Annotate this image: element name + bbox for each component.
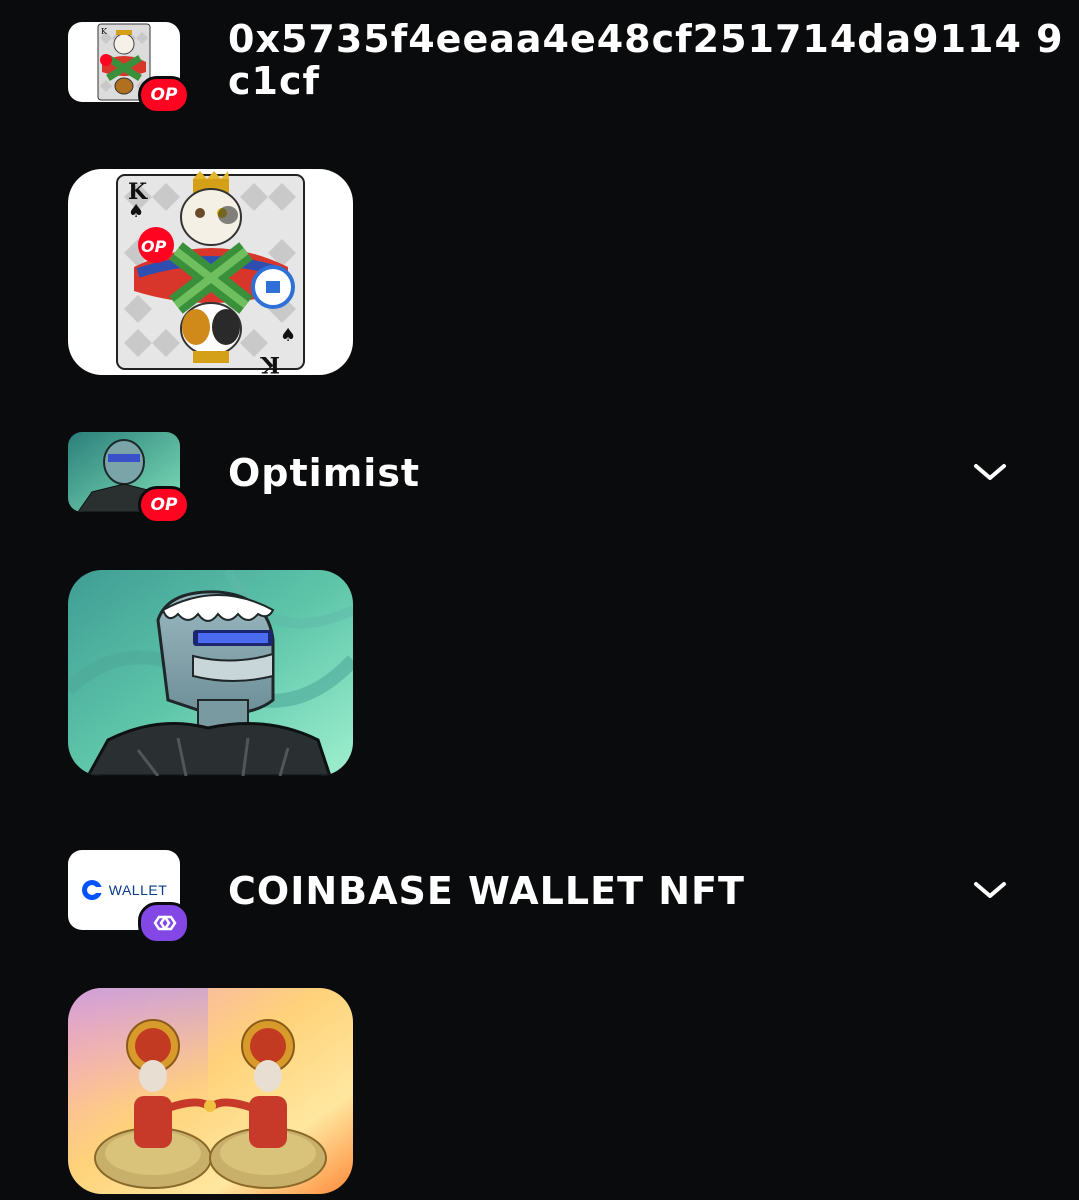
optimist-avatar-art [68,570,353,776]
polygon-chain-icon [153,915,177,931]
svg-text:♠: ♠ [128,201,144,222]
collection-thumbnail: WALLET [68,850,190,944]
collection-title: 0x5735f4eeaa4e48cf251714da9114 9c1cf [228,17,1064,103]
chevron-down-icon[interactable] [970,878,1010,902]
svg-text:K: K [260,351,280,375]
collection-thumbnail: K OP [68,22,190,114]
wallet-label: WALLET [108,882,168,898]
nft-card[interactable] [68,988,353,1194]
collection-title: COINBASE WALLET NFT [228,869,745,913]
collection-title: Optimist [228,451,421,495]
chevron-down-icon[interactable] [970,460,1010,484]
op-chain-badge: OP [138,486,190,524]
op-chain-badge: OP [138,76,190,114]
svg-text:K: K [101,27,108,36]
nft-card[interactable]: K ♠ ♠ K OP [68,169,353,375]
svg-text:OP: OP [141,237,167,256]
svg-text:♠: ♠ [280,325,296,346]
coinbase-wallet-logo [81,880,102,900]
collection-thumbnail: OP [68,432,190,524]
kathakali-dancers-art [68,988,353,1194]
nft-card[interactable] [68,570,353,776]
king-cat-card-art: K ♠ ♠ K OP [68,169,353,375]
polygon-chain-badge [138,902,190,944]
